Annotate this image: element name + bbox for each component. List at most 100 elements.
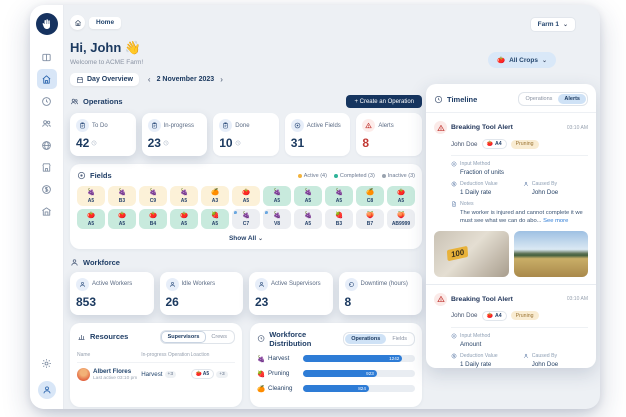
tab-alerts[interactable]: Alerts <box>558 94 586 104</box>
home-icon[interactable] <box>37 69 57 89</box>
field-chip[interactable]: 🍇 V8 <box>263 209 291 229</box>
category-fruit-icon: 🍊 <box>257 385 265 393</box>
field-chip[interactable]: 🍇 A5 <box>325 186 353 206</box>
app-logo[interactable] <box>36 13 58 35</box>
distribution-bar-row: 🍇 Harvest 1242 <box>257 355 415 363</box>
operations-icon[interactable] <box>37 113 57 133</box>
day-overview-selector[interactable]: Day Overview <box>70 73 139 86</box>
field-chip[interactable]: 🍅 A5 <box>387 186 415 206</box>
more-count-badge[interactable]: +3 <box>165 371 176 378</box>
farm-selector[interactable]: Farm 1 ⌄ <box>530 17 576 32</box>
stat-card-active-supervisors[interactable]: Active Supervisors 23 <box>249 272 333 315</box>
field-chip[interactable]: 🍇 A5 <box>294 209 322 229</box>
stat-card-active-workers[interactable]: Active Workers 853 <box>70 272 154 315</box>
field-chip[interactable]: 🍇 A5 <box>170 186 198 206</box>
operations-stats: To Do 42 In-progress 23 <box>70 113 422 156</box>
panels-icon[interactable] <box>37 47 57 67</box>
crop-fruit-icon: 🍇 <box>294 189 322 197</box>
field-chip[interactable]: 🍓 A5 <box>201 209 229 229</box>
stat-card-in-progress[interactable]: In-progress 23 <box>142 113 208 156</box>
timeline-section-title: Timeline <box>434 95 477 104</box>
clock-icon[interactable] <box>37 91 57 111</box>
crops-icon: 🍅 <box>497 56 505 64</box>
field-chip[interactable]: 🍊 A3 <box>201 186 229 206</box>
bar-fill: 923 <box>303 370 377 377</box>
distribution-bar-row: 🍓 Pruning 923 <box>257 370 415 378</box>
field-chip[interactable]: 🍇 A5 <box>77 186 105 206</box>
crop-fruit-icon: 🍇 <box>139 189 167 197</box>
farm-icon[interactable] <box>37 201 57 221</box>
more-count-badge[interactable]: +3 <box>216 371 227 378</box>
tab-operations[interactable]: Operations <box>345 334 386 344</box>
bar-track: 923 <box>303 370 415 377</box>
distribution-bar-row: 🍊 Cleaning 824 <box>257 385 415 393</box>
prev-day-button[interactable]: ‹ <box>147 76 152 84</box>
tab-fields[interactable]: Fields <box>386 334 413 344</box>
globe-icon[interactable] <box>37 135 57 155</box>
field-chip[interactable]: 🍇 A5 <box>263 186 291 206</box>
field-chip[interactable]: 🍊 C8 <box>356 186 384 206</box>
chevron-down-icon: ⌄ <box>563 21 568 28</box>
field-chip[interactable]: 🍑 B7 <box>356 209 384 229</box>
settings-gear-icon[interactable] <box>37 353 57 373</box>
operation-chip[interactable]: Pruning <box>511 311 539 320</box>
profile-avatar[interactable] <box>38 381 56 399</box>
stat-card-idle-workers[interactable]: Idle Workers 26 <box>160 272 244 315</box>
resources-tabs: Supervisors Crews <box>160 330 235 344</box>
alerts-feed: Breaking Tool Alert 03:10 AM John Doe 🍅 … <box>434 121 588 368</box>
field-chip[interactable]: 🍅 A5 <box>108 209 136 229</box>
field-chip[interactable]: 🍑 AB9999 <box>387 209 415 229</box>
store-icon[interactable] <box>37 157 57 177</box>
avatar <box>77 368 90 381</box>
stat-card-active-fields[interactable]: Active Fields 31 <box>285 113 351 156</box>
sidebar-footer <box>37 351 57 399</box>
finance-icon[interactable] <box>37 179 57 199</box>
field-chip[interactable]: 🍇 A5 <box>294 186 322 206</box>
create-operation-button[interactable]: + Create an Operation <box>346 95 422 108</box>
field-chip[interactable]: 🍓 B3 <box>325 209 353 229</box>
crop-fruit-icon: 🍅 <box>170 212 198 220</box>
deduction-value-icon <box>451 181 457 187</box>
stat-card-downtime[interactable]: Downtime (hours) 8 <box>339 272 423 315</box>
field-chip[interactable]: 🍅 A4 <box>482 139 507 149</box>
crop-fruit-icon: 🍑 <box>387 212 415 220</box>
field-chip[interactable]: 🍅 A5 <box>232 186 260 206</box>
alert-card[interactable]: Breaking Tool Alert 03:10 AM John Doe 🍅 … <box>434 121 588 285</box>
workforce-stats: Active Workers 853 Idle Workers 26 A <box>70 272 422 315</box>
photo-thumbnail[interactable]: 100 <box>434 231 509 277</box>
stat-card-done[interactable]: Done 10 <box>213 113 279 156</box>
next-day-button[interactable]: › <box>219 76 224 84</box>
field-chip[interactable]: 🍅 A5 <box>170 209 198 229</box>
app-window: Home Hi, John 👋 Welcome to ACME Farm! Da… <box>30 5 600 409</box>
distribution-chart: 🍇 Harvest 1242 🍓 Pruning <box>257 355 415 393</box>
field-chip[interactable]: 🍇 C9 <box>139 186 167 206</box>
warning-triangle-icon <box>434 293 447 306</box>
stat-card-alerts[interactable]: Alerts 8 <box>356 113 422 156</box>
stat-card-to-do[interactable]: To Do 42 <box>70 113 136 156</box>
bar-fill: 1242 <box>303 355 402 362</box>
tab-operations[interactable]: Operations <box>520 94 559 104</box>
all-crops-selector[interactable]: 🍅 All Crops ⌄ <box>488 52 556 68</box>
field-chip[interactable]: 🍅 A5 <box>77 209 105 229</box>
home-icon[interactable] <box>70 15 85 30</box>
warning-triangle-icon <box>434 121 447 134</box>
location-chip[interactable]: 🍅 A5 <box>191 369 215 379</box>
crop-fruit-icon: 🍓 <box>201 212 229 220</box>
breadcrumb-home[interactable]: Home <box>89 17 121 29</box>
page-title: Hi, John 👋 <box>70 40 422 56</box>
field-chip[interactable]: 🍅 A4 <box>482 311 507 321</box>
see-more-link[interactable]: See more <box>543 218 568 224</box>
show-all-button[interactable]: Show All ⌄ <box>77 235 415 242</box>
crop-fruit-icon: 🍇 <box>325 189 353 197</box>
alert-card[interactable]: Breaking Tool Alert 03:10 AM John Doe 🍅 … <box>434 293 588 368</box>
tab-supervisors[interactable]: Supervisors <box>161 331 207 343</box>
field-chip[interactable]: 🍇 C7 <box>232 209 260 229</box>
operation-chip[interactable]: Pruning <box>511 140 539 149</box>
field-chip[interactable]: 🍇 B3 <box>108 186 136 206</box>
field-chip[interactable]: 🍅 B4 <box>139 209 167 229</box>
tab-crews[interactable]: Crews <box>205 332 233 342</box>
photo-thumbnail[interactable] <box>514 231 589 277</box>
table-row[interactable]: Albert Flores Last active 03:10 pm Harve… <box>77 368 235 381</box>
crop-fruit-icon: 🍅 <box>487 141 493 147</box>
crop-fruit-icon: 🍇 <box>108 189 136 197</box>
